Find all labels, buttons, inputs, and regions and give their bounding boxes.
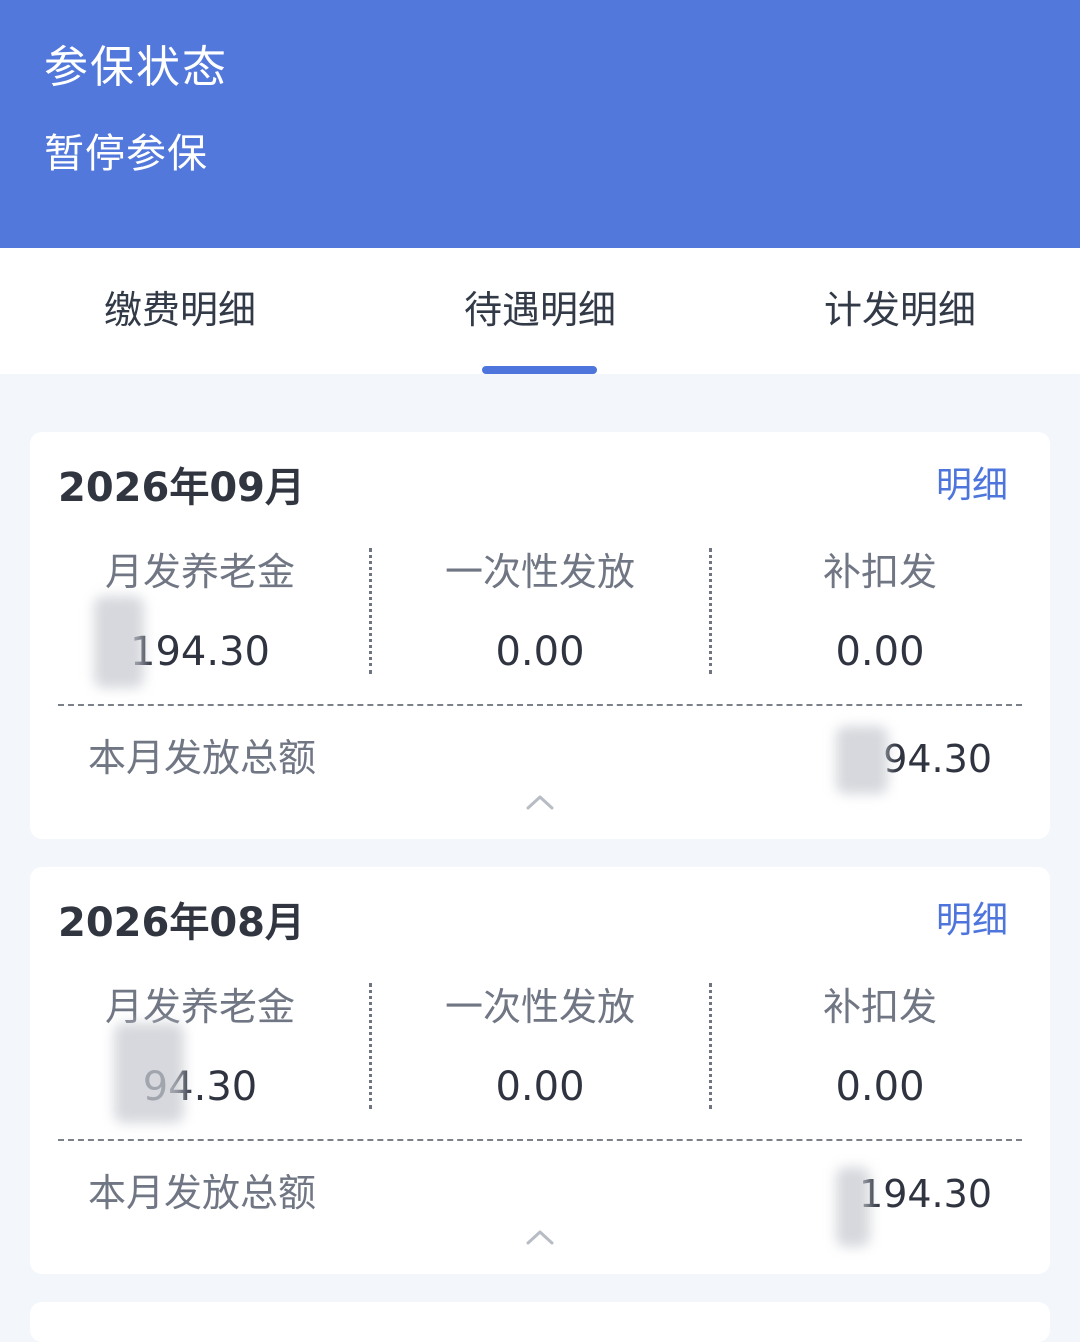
adjustment-value: 0.00 [835,629,925,675]
tab-calculation-details[interactable]: 计发明细 [720,248,1080,374]
lump-sum-value: 0.00 [495,629,585,675]
monthly-total-label: 本月发放总额 [88,1171,317,1215]
tab-payment-details[interactable]: 缴费明细 [0,248,360,374]
card-month-label: 2026年08月 [58,900,305,946]
chevron-up-icon[interactable] [520,788,560,816]
adjustment-column: 补扣发 0.00 [710,979,1050,1110]
redaction-mask [836,726,888,794]
section-divider [58,704,1022,706]
benefit-month-card [30,1302,1050,1342]
monthly-pension-value: 194.30 [130,629,270,675]
card-month-label: 2026年09月 [58,465,305,511]
header-banner: 参保状态 暂停参保 [0,0,1080,248]
benefit-month-card: 2026年08月 明细 月发养老金 94.30 一次性发放 0.00 补扣发 0… [30,867,1050,1274]
lump-sum-column: 一次性发放 0.00 [370,544,710,675]
detail-link[interactable]: 明细 [936,462,1008,510]
monthly-pension-label: 月发养老金 [104,550,295,594]
monthly-total-label: 本月发放总额 [88,736,317,780]
monthly-pension-label: 月发养老金 [104,985,295,1029]
section-divider [58,1139,1022,1141]
monthly-pension-value: 94.30 [142,1064,258,1110]
lump-sum-label: 一次性发放 [444,550,635,594]
redaction-mask [836,1167,870,1247]
monthly-pension-column: 月发养老金 94.30 [30,979,370,1110]
monthly-total-value: 194.30 [859,1172,992,1216]
monthly-total-value: 94.30 [883,737,992,781]
active-tab-indicator [482,366,597,374]
detail-link[interactable]: 明细 [936,897,1008,945]
adjustment-column: 补扣发 0.00 [710,544,1050,675]
lump-sum-label: 一次性发放 [444,985,635,1029]
adjustment-value: 0.00 [835,1064,925,1110]
page-title: 参保状态 [44,42,228,93]
redaction-mask [94,596,144,688]
redaction-mask [114,1023,184,1123]
chevron-up-icon[interactable] [520,1223,560,1251]
adjustment-label: 补扣发 [822,985,937,1029]
benefit-month-card: 2026年09月 明细 月发养老金 194.30 一次性发放 0.00 补扣发 … [30,432,1050,839]
adjustment-label: 补扣发 [822,550,937,594]
monthly-pension-column: 月发养老金 194.30 [30,544,370,675]
lump-sum-value: 0.00 [495,1064,585,1110]
tab-benefit-details[interactable]: 待遇明细 [360,248,720,374]
insurance-status-text: 暂停参保 [44,131,208,177]
lump-sum-column: 一次性发放 0.00 [370,979,710,1110]
tab-bar: 缴费明细 待遇明细 计发明细 [0,248,1080,374]
